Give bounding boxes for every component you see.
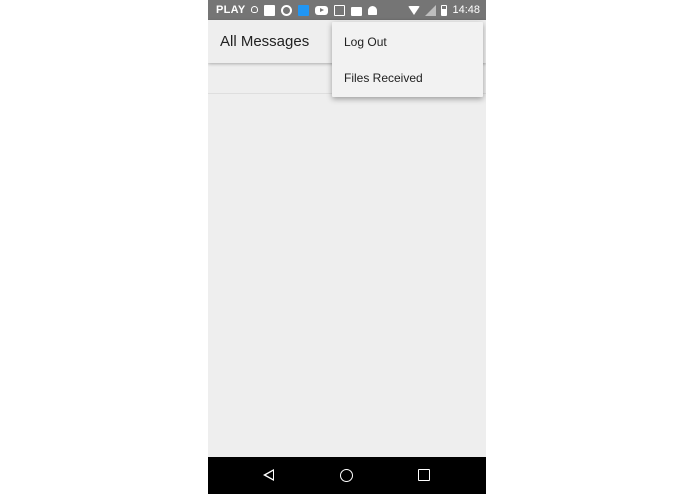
download-box-icon — [333, 4, 345, 16]
overflow-menu: Log Out Files Received — [332, 22, 483, 97]
soccer-ball-icon — [280, 4, 292, 16]
signal-icon — [425, 4, 437, 16]
lightbulb-icon — [250, 5, 258, 13]
shopping-bag-icon — [350, 6, 362, 16]
back-icon[interactable] — [263, 469, 274, 481]
status-bar: PLAY 14:48 — [208, 0, 486, 20]
notification-area: PLAY — [216, 0, 383, 20]
menu-item-files-received[interactable]: Files Received — [332, 59, 483, 96]
youtube-icon — [314, 5, 328, 15]
navigation-bar — [208, 457, 486, 494]
recents-icon[interactable] — [418, 469, 430, 481]
battery-icon — [441, 4, 448, 16]
page-title: All Messages — [220, 33, 310, 50]
phone-screen: PLAY 14:48 All Messages Log Out Files Re… — [208, 0, 486, 494]
wifi-icon — [408, 5, 421, 15]
carrier-label: PLAY — [216, 4, 246, 16]
home-icon[interactable] — [340, 469, 353, 482]
mail-app-icon — [297, 4, 309, 16]
square-icon — [263, 4, 275, 16]
clock: 14:48 — [452, 4, 480, 16]
menu-item-log-out[interactable]: Log Out — [332, 23, 483, 60]
system-tray: 14:48 — [408, 0, 480, 20]
android-icon — [367, 5, 377, 15]
